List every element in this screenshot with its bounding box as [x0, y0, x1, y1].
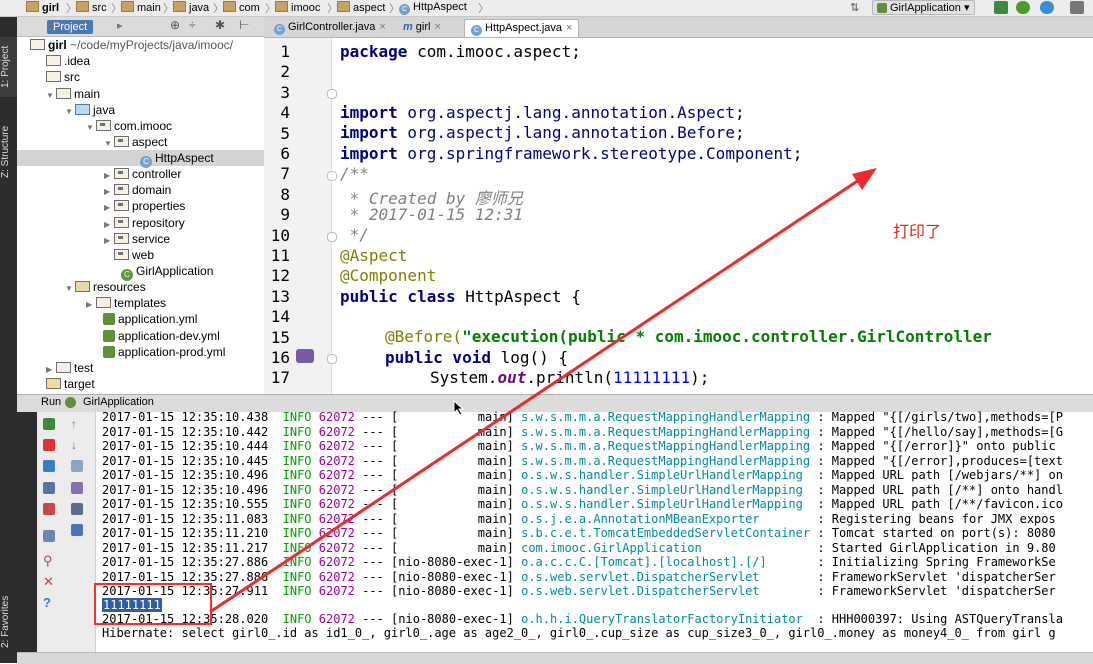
annotation-arrow — [209, 168, 877, 614]
mouse-cursor-icon — [453, 400, 465, 416]
annotation-text: 打印了 — [893, 224, 942, 241]
